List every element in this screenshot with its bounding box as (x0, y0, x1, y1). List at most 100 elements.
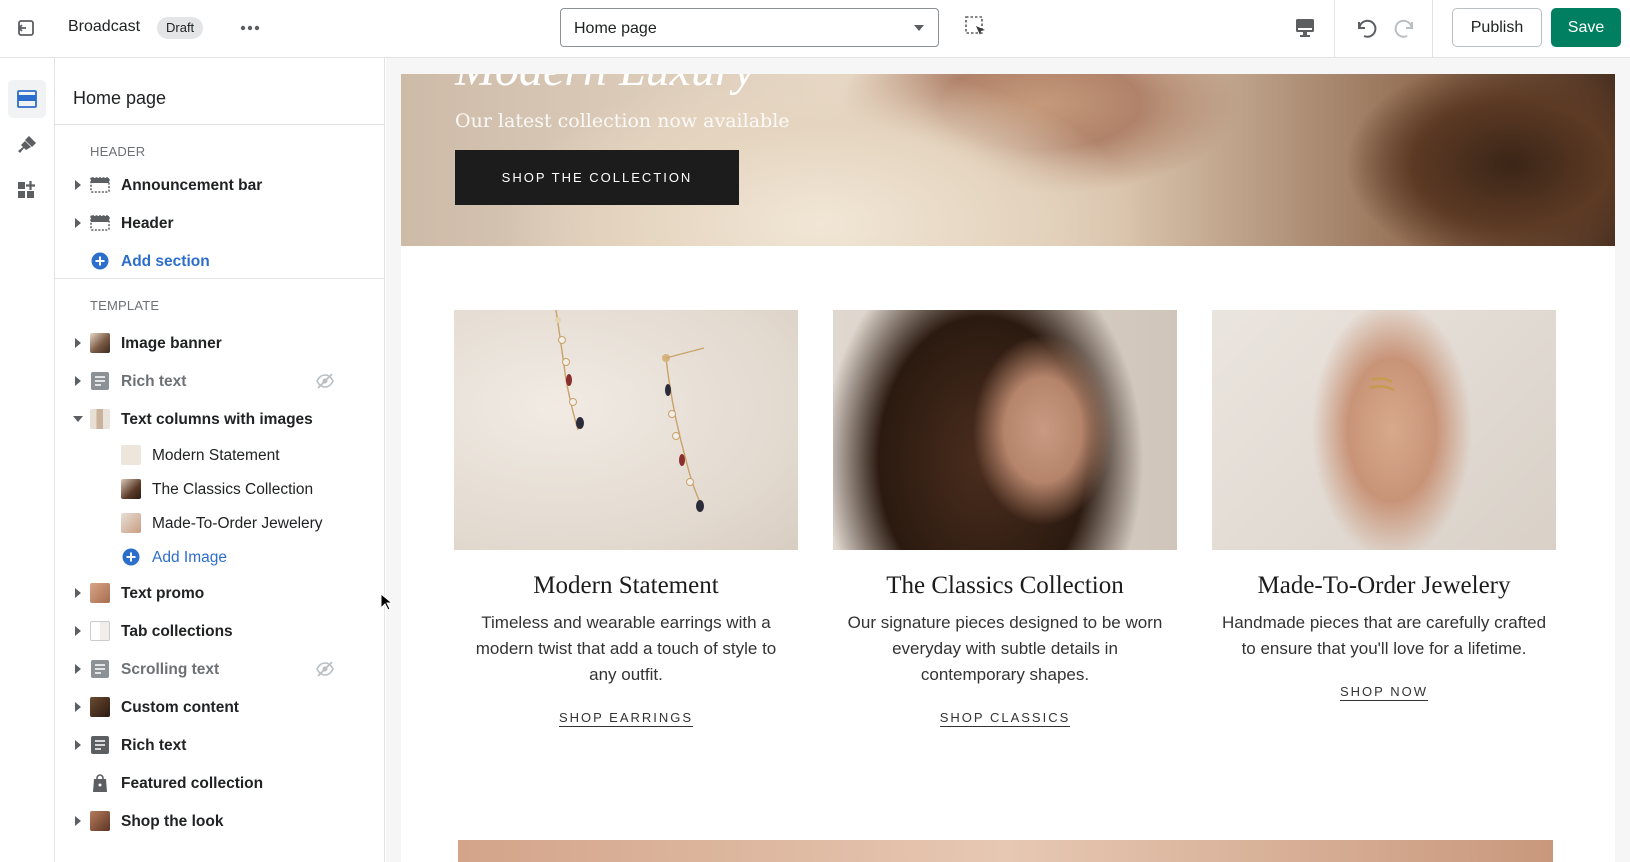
add-image-button[interactable]: Add Image (55, 540, 384, 574)
chevron-right-icon[interactable] (75, 218, 81, 228)
section-image-banner[interactable]: Image banner (55, 326, 384, 360)
hero-heading: Modern Luxury (455, 74, 755, 97)
hand-rings-image (1212, 310, 1556, 550)
preview-canvas: Modern Luxury Our latest collection now … (401, 74, 1615, 862)
sections-icon[interactable] (8, 80, 46, 118)
mouse-cursor-icon (380, 593, 392, 611)
chevron-down-icon[interactable] (73, 416, 83, 422)
sidebar-item-label: Rich text (121, 737, 187, 754)
announcement-bar-icon (90, 177, 110, 193)
text-columns-thumb (90, 409, 110, 429)
chevron-right-icon[interactable] (75, 816, 81, 826)
shop-classics-link[interactable]: SHOP CLASSICS (939, 710, 1071, 727)
column-title: Made-To-Order Jewelery (1257, 572, 1511, 599)
model-portrait-image (833, 310, 1177, 550)
toolbar-divider (1432, 0, 1433, 58)
desktop-preview-icon[interactable] (1293, 16, 1319, 42)
template-group-label: TEMPLATE (90, 298, 160, 313)
redo-icon[interactable] (1392, 14, 1420, 42)
rich-text-icon (91, 736, 109, 754)
shop-now-link[interactable]: SHOP NOW (1340, 684, 1428, 701)
earrings-illustration (555, 310, 705, 512)
text-promo-thumb (90, 583, 110, 603)
toolbar-divider (1334, 0, 1335, 58)
earrings-image (454, 310, 798, 550)
eye-hidden-icon[interactable] (315, 660, 335, 678)
sidebar-item-label: Text promo (121, 585, 205, 602)
store-preview: Modern Luxury Our latest collection now … (386, 58, 1630, 862)
text-column: The Classics Collection Our signature pi… (833, 310, 1177, 727)
publish-button[interactable]: Publish (1452, 8, 1542, 47)
section-text-promo[interactable]: Text promo (55, 576, 384, 610)
chevron-right-icon[interactable] (75, 626, 81, 636)
theme-settings-icon[interactable] (8, 126, 46, 164)
image-banner[interactable]: Modern Luxury Our latest collection now … (401, 74, 1615, 246)
block-classics-collection[interactable]: The Classics Collection (55, 472, 384, 506)
sidebar-item-label: Announcement bar (121, 177, 263, 194)
shop-earrings-link[interactable]: SHOP EARRINGS (558, 710, 694, 727)
left-rail (0, 58, 55, 862)
rings-illustration (1369, 377, 1395, 392)
section-custom-content[interactable]: Custom content (55, 690, 384, 724)
shop-collection-button[interactable]: SHOP THE COLLECTION (455, 150, 739, 205)
inspector-icon[interactable] (964, 15, 990, 41)
exit-icon[interactable] (12, 14, 40, 42)
page-selector-value: Home page (574, 20, 657, 37)
column-description: Our signature pieces designed to be worn… (847, 613, 1163, 684)
rich-text-icon (91, 372, 109, 390)
section-rich-text-hidden[interactable]: Rich text (55, 364, 384, 398)
section-announcement-bar[interactable]: Announcement bar (55, 168, 384, 202)
block-made-to-order[interactable]: Made-To-Order Jewelery (55, 506, 384, 540)
section-header[interactable]: Header (55, 206, 384, 240)
divider (55, 278, 384, 279)
divider (55, 124, 384, 125)
section-text-columns[interactable]: Text columns with images (55, 402, 384, 436)
add-section-label: Add section (121, 253, 210, 270)
section-featured-collection[interactable]: Featured collection (55, 766, 384, 800)
custom-content-thumb (90, 697, 110, 717)
section-shop-the-look[interactable]: Shop the look (55, 804, 384, 838)
theme-name: Broadcast (68, 18, 141, 35)
chevron-right-icon[interactable] (75, 664, 81, 674)
section-tab-collections[interactable]: Tab collections (55, 614, 384, 648)
page-selector[interactable]: Home page (560, 8, 939, 47)
chevron-right-icon[interactable] (75, 180, 81, 190)
chevron-right-icon[interactable] (75, 338, 81, 348)
sidebar-item-label: Header (121, 215, 174, 232)
section-scrolling-text-hidden[interactable]: Scrolling text (55, 652, 384, 686)
chevron-right-icon[interactable] (75, 702, 81, 712)
add-section-button[interactable]: Add section (55, 244, 384, 278)
hero-subheading: Our latest collection now available (455, 110, 790, 132)
sidebar-item-label: Tab collections (121, 623, 233, 640)
header-icon (90, 215, 110, 231)
chevron-right-icon[interactable] (75, 376, 81, 386)
block-label: Modern Statement (152, 447, 280, 464)
block-label: Made-To-Order Jewelery (152, 515, 323, 532)
chevron-right-icon[interactable] (75, 740, 81, 750)
header-group-label: HEADER (90, 144, 146, 159)
plus-circle-icon (91, 252, 109, 270)
sidebar-item-label: Scrolling text (121, 661, 220, 678)
status-badge: Draft (157, 17, 204, 39)
undo-icon[interactable] (1351, 14, 1379, 42)
sidebar-item-label: Shop the look (121, 813, 224, 830)
text-column: Modern Statement Timeless and wearable e… (454, 310, 798, 727)
save-button[interactable]: Save (1551, 8, 1621, 47)
app-blocks-icon[interactable] (8, 171, 46, 209)
image-banner-thumb (90, 333, 110, 353)
sidebar-item-label: Text columns with images (121, 411, 313, 428)
sidebar-title: Home page (73, 88, 167, 108)
top-bar: Broadcast Draft Home page Publish Save (0, 0, 1630, 58)
more-actions-icon[interactable] (236, 16, 264, 40)
block-label: The Classics Collection (152, 481, 314, 498)
scrolling-text-icon (91, 660, 109, 678)
shop-the-look-thumb (90, 811, 110, 831)
section-rich-text[interactable]: Rich text (55, 728, 384, 762)
block-modern-statement[interactable]: Modern Statement (55, 438, 384, 472)
column-thumb (121, 445, 141, 465)
tab-collections-thumb (90, 621, 110, 641)
sidebar-item-label: Rich text (121, 373, 187, 390)
eye-hidden-icon[interactable] (315, 372, 335, 390)
add-image-label: Add Image (152, 549, 227, 566)
chevron-right-icon[interactable] (75, 588, 81, 598)
